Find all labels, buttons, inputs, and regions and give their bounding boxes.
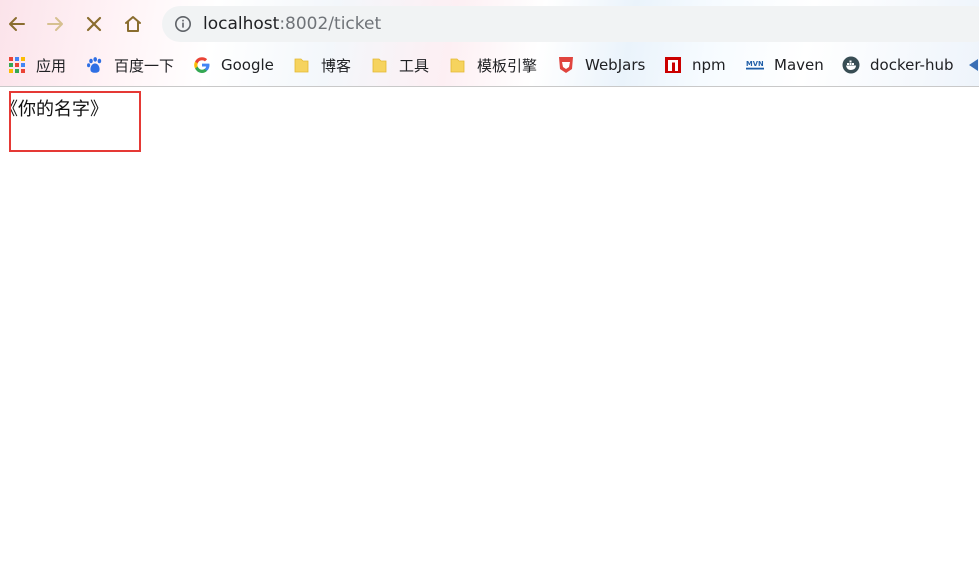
folder-icon [449, 56, 467, 74]
docker-icon [842, 56, 860, 74]
bookmark-label: 模板引擎 [477, 56, 538, 75]
bookmark-label: docker-hub [870, 56, 954, 74]
folder-icon [293, 56, 311, 74]
bookmark-label: 工具 [399, 56, 430, 75]
address-bar[interactable]: localhost:8002/ticket [162, 6, 979, 42]
bookmark-npm[interactable]: npm [664, 54, 726, 76]
bookmark-apps[interactable]: 应用 [8, 54, 66, 76]
svg-text:MVN: MVN [746, 60, 764, 68]
apps-grid-icon [8, 56, 26, 74]
bookmark-folder-blog[interactable]: 博客 [293, 54, 351, 76]
bookmark-folder-templates[interactable]: 模板引擎 [449, 54, 537, 76]
bookmark-folder-tools[interactable]: 工具 [371, 54, 429, 76]
browser-toolbar: localhost:8002/ticket [0, 0, 979, 48]
baidu-paw-icon [86, 56, 104, 74]
home-icon [125, 16, 141, 32]
url-path: :8002/ticket [279, 14, 382, 34]
back-button[interactable] [2, 9, 32, 39]
url-text[interactable]: localhost:8002/ticket [203, 13, 381, 35]
npm-icon [664, 56, 682, 74]
close-x-icon [86, 16, 102, 32]
bookmarks-overflow[interactable] [966, 54, 979, 76]
url-host: localhost [203, 14, 280, 34]
google-g-icon [193, 56, 211, 74]
home-button[interactable] [118, 9, 148, 39]
page-content: 《你的名字》 [0, 87, 979, 585]
bookmark-label: Maven [774, 56, 824, 74]
bookmark-label: npm [692, 56, 726, 74]
bookmark-label: Google [221, 56, 274, 74]
highlight-annotation-box [9, 91, 141, 152]
maven-icon: MVN [746, 56, 764, 74]
forward-arrow-icon [47, 17, 63, 31]
forward-button[interactable] [40, 9, 70, 39]
browser-chrome: localhost:8002/ticket 应用 百度一下 Google 博客 … [0, 0, 979, 87]
bookmark-webjars[interactable]: WebJars [557, 54, 645, 76]
bookmark-maven[interactable]: MVN Maven [746, 54, 824, 76]
stop-loading-button[interactable] [79, 9, 109, 39]
bookmarks-bar: 应用 百度一下 Google 博客 工具 模板引擎 WebJars npm MV… [0, 48, 979, 84]
back-arrow-icon [9, 17, 25, 31]
webjars-icon [557, 56, 575, 74]
bookmark-google[interactable]: Google [193, 54, 274, 76]
overflow-arrow-icon [966, 56, 979, 74]
bookmark-baidu[interactable]: 百度一下 [86, 54, 174, 76]
bookmark-docker-hub[interactable]: docker-hub [842, 54, 953, 76]
bookmark-label: 百度一下 [114, 56, 175, 75]
bookmark-label: 应用 [36, 56, 67, 75]
bookmark-label: 博客 [321, 56, 352, 75]
info-icon[interactable] [174, 15, 192, 33]
bookmark-label: WebJars [585, 56, 646, 74]
folder-icon [371, 56, 389, 74]
